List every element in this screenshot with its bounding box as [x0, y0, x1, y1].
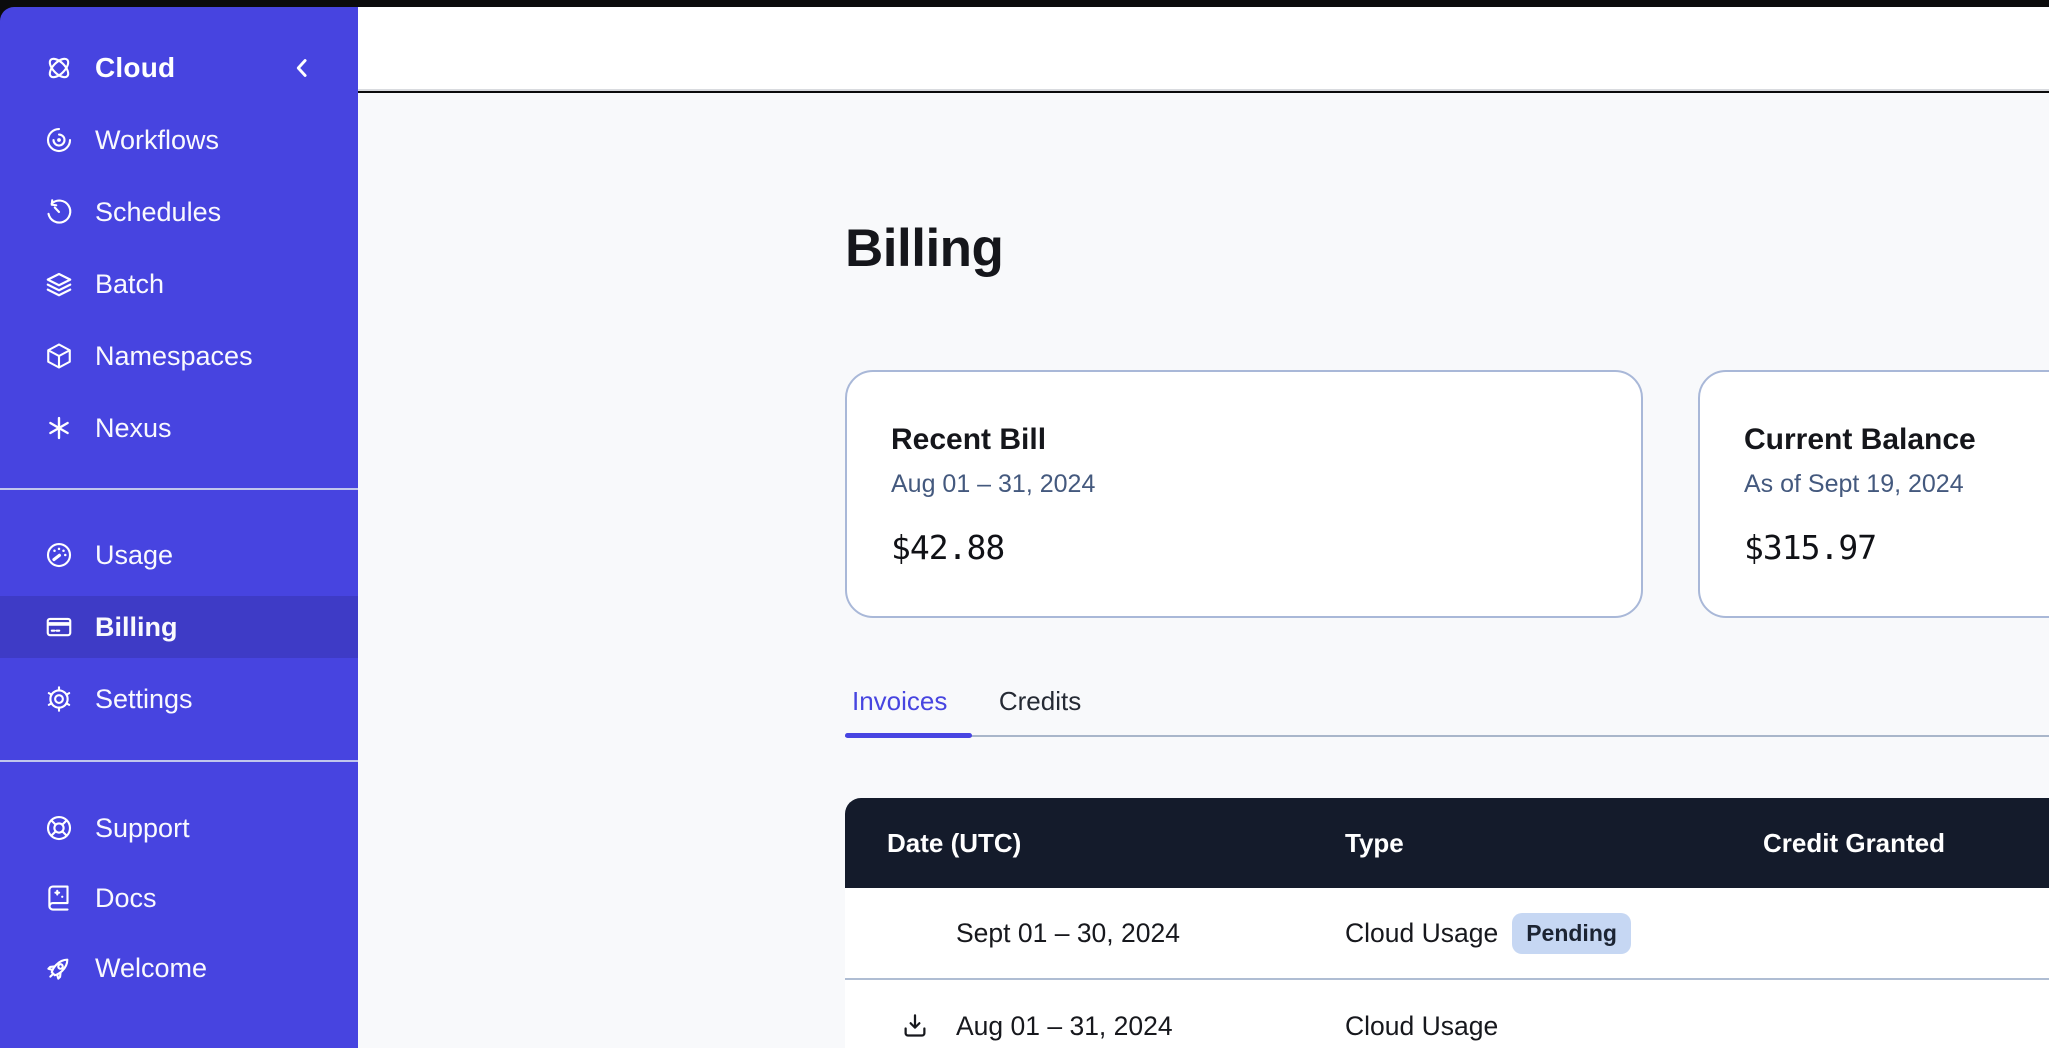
- sidebar-item-label: Batch: [95, 269, 164, 300]
- sidebar-item-schedules[interactable]: Schedules: [0, 181, 358, 243]
- sidebar-item-label: Schedules: [95, 197, 221, 228]
- date-cell: Aug 01 – 31, 2024: [845, 1008, 1345, 1044]
- column-header-type: Type: [1345, 828, 1763, 859]
- schedules-icon: [44, 197, 74, 227]
- type-cell: Cloud Usage: [1345, 1011, 1763, 1042]
- sidebar-item-label: Usage: [95, 540, 173, 571]
- invoice-date: Sept 01 – 30, 2024: [956, 918, 1180, 949]
- card-amount: $315.97: [1744, 528, 2049, 567]
- tab-credits[interactable]: Credits: [992, 685, 1088, 717]
- recent-bill-card: Recent Bill Aug 01 – 31, 2024 $42.88: [845, 370, 1643, 618]
- docs-icon: [44, 883, 74, 913]
- settings-icon: [44, 684, 74, 714]
- sidebar-item-welcome[interactable]: Welcome: [0, 937, 358, 999]
- topbar: [358, 7, 2049, 91]
- sidebar-item-label: Settings: [95, 684, 193, 715]
- sidebar-item-support[interactable]: Support: [0, 797, 358, 859]
- sidebar-item-billing[interactable]: Billing: [0, 596, 358, 658]
- invoice-date: Aug 01 – 31, 2024: [956, 1011, 1173, 1042]
- sidebar-divider: [0, 760, 358, 762]
- sidebar-item-namespaces[interactable]: Namespaces: [0, 325, 358, 387]
- column-header-credit-granted: Credit Granted: [1763, 828, 2049, 859]
- tab-invoices[interactable]: Invoices: [845, 685, 954, 717]
- card-title: Recent Bill: [891, 421, 1597, 459]
- date-cell: Sept 01 – 30, 2024: [845, 918, 1345, 949]
- sidebar-nav-primary: Workflows Schedules: [0, 109, 358, 459]
- type-cell: Cloud Usage Pending: [1345, 913, 1763, 954]
- sidebar-item-settings[interactable]: Settings: [0, 668, 358, 730]
- sidebar-item-label: Nexus: [95, 413, 172, 444]
- download-icon: [900, 1011, 930, 1041]
- brand-label: Cloud: [95, 52, 175, 84]
- tabs-baseline: [845, 735, 2049, 737]
- support-icon: [44, 813, 74, 843]
- invoices-table: Date (UTC) Type Credit Granted Sept 01 –…: [845, 798, 2049, 1048]
- window-top-edge: [0, 0, 2049, 7]
- card-period: Aug 01 – 31, 2024: [891, 468, 1597, 501]
- active-tab-indicator: [845, 733, 972, 738]
- page-title: Billing: [845, 211, 1003, 287]
- table-row: Sept 01 – 30, 2024 Cloud Usage Pending: [845, 888, 2049, 980]
- sidebar-item-label: Welcome: [95, 953, 207, 984]
- table-row: Aug 01 – 31, 2024 Cloud Usage: [845, 980, 2049, 1048]
- download-invoice-button[interactable]: [897, 1008, 933, 1044]
- sidebar-collapse-button[interactable]: [286, 52, 318, 84]
- card-amount: $42.88: [891, 528, 1597, 567]
- billing-summary-cards: Recent Bill Aug 01 – 31, 2024 $42.88 Cur…: [845, 370, 2049, 618]
- sidebar-divider: [0, 488, 358, 490]
- batch-icon: [44, 269, 74, 299]
- chevron-left-icon: [287, 53, 317, 83]
- sidebar-item-label: Workflows: [95, 125, 219, 156]
- sidebar-item-docs[interactable]: Docs: [0, 867, 358, 929]
- sidebar-nav-footer: Support Docs: [0, 797, 358, 999]
- invoices-table-header: Date (UTC) Type Credit Granted: [845, 798, 2049, 888]
- download-slot: [897, 1008, 956, 1044]
- sidebar-item-label: Namespaces: [95, 341, 253, 372]
- namespaces-icon: [44, 341, 74, 371]
- usage-icon: [44, 540, 74, 570]
- invoice-type: Cloud Usage: [1345, 918, 1498, 949]
- sidebar-item-workflows[interactable]: Workflows: [0, 109, 358, 171]
- sidebar: Cloud Workflows: [0, 7, 358, 1048]
- billing-tabs: Invoices Credits: [845, 685, 2049, 738]
- sidebar-item-label: Docs: [95, 883, 157, 914]
- sidebar-header: Cloud: [0, 46, 358, 90]
- column-header-date: Date (UTC): [845, 828, 1345, 859]
- sidebar-nav-account: Usage Billing: [0, 524, 358, 730]
- welcome-icon: [44, 953, 74, 983]
- card-title: Current Balance: [1744, 421, 2049, 459]
- sidebar-item-batch[interactable]: Batch: [0, 253, 358, 315]
- invoice-type: Cloud Usage: [1345, 1011, 1498, 1042]
- sidebar-item-usage[interactable]: Usage: [0, 524, 358, 586]
- main-content: Billing Recent Bill Aug 01 – 31, 2024 $4…: [358, 93, 2049, 1048]
- sidebar-item-label: Billing: [95, 612, 178, 643]
- workflows-icon: [44, 125, 74, 155]
- sidebar-item-label: Support: [95, 813, 190, 844]
- status-badge: Pending: [1512, 913, 1631, 954]
- billing-icon: [44, 612, 74, 642]
- app-window: Cloud Workflows: [0, 0, 2049, 1048]
- sidebar-item-nexus[interactable]: Nexus: [0, 397, 358, 459]
- temporal-logo-icon: [44, 53, 74, 83]
- card-period: As of Sept 19, 2024: [1744, 468, 2049, 501]
- nexus-icon: [44, 413, 74, 443]
- current-balance-card: Current Balance As of Sept 19, 2024 $315…: [1698, 370, 2049, 618]
